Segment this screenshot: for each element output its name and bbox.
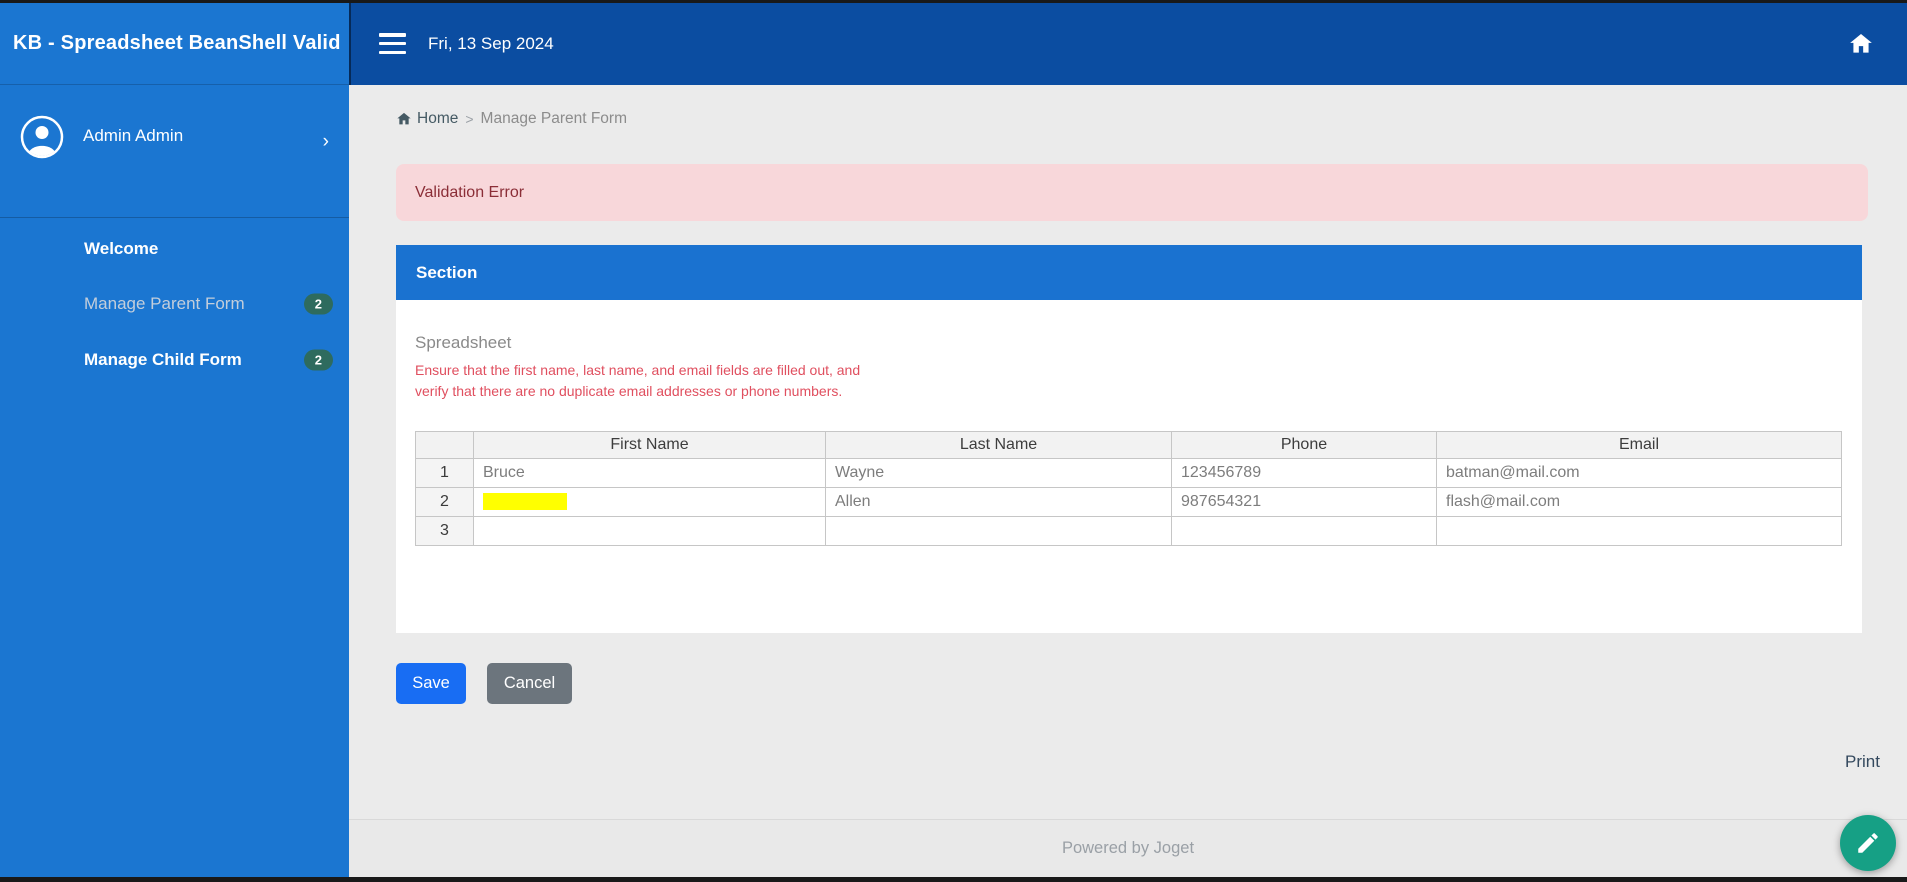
cell-first-name-error[interactable]	[473, 487, 826, 517]
window-bottom-edge	[0, 877, 1907, 882]
chevron-right-icon: ›	[322, 131, 329, 152]
cancel-button[interactable]: Cancel	[487, 663, 572, 704]
breadcrumb-home-link[interactable]: Home	[396, 110, 458, 128]
app-title: KB - Spreadsheet BeanShell Valid	[13, 32, 341, 54]
sidebar-item-label: Manage Parent Form	[84, 294, 245, 313]
cell-last-name[interactable]: Wayne	[825, 458, 1172, 488]
sidebar-item-manage-parent-form[interactable]: Manage Parent Form 2	[0, 284, 349, 324]
pencil-icon	[1858, 833, 1878, 853]
cell-phone[interactable]: 123456789	[1171, 458, 1437, 488]
topbar: Fri, 13 Sep 2024	[349, 3, 1907, 85]
column-header-email: Email	[1436, 431, 1842, 459]
row-number-header	[415, 431, 474, 459]
cell-email[interactable]: flash@mail.com	[1436, 487, 1842, 517]
table-row: 3	[415, 516, 1842, 546]
spreadsheet-field-label: Spreadsheet	[415, 333, 512, 352]
table-row: 2 Allen 987654321 flash@mail.com	[415, 487, 1842, 517]
home-icon	[397, 112, 411, 125]
cell-last-name[interactable]	[825, 516, 1172, 546]
breadcrumb-separator: >	[465, 111, 474, 127]
user-avatar-icon	[20, 115, 64, 159]
save-button[interactable]: Save	[396, 663, 466, 704]
sidebar-divider	[0, 217, 349, 218]
breadcrumb-current: Manage Parent Form	[480, 110, 628, 127]
count-badge: 2	[303, 349, 333, 371]
user-menu[interactable]: Admin Admin ›	[0, 113, 349, 163]
breadcrumb: Home > Manage Parent Form	[396, 110, 627, 128]
home-icon[interactable]	[1848, 31, 1874, 57]
column-header-phone: Phone	[1171, 431, 1437, 459]
footer: Powered by Joget	[349, 819, 1907, 877]
cell-phone[interactable]	[1171, 516, 1437, 546]
edit-fab-button[interactable]	[1840, 815, 1896, 871]
user-name: Admin Admin	[83, 126, 184, 145]
current-date: Fri, 13 Sep 2024	[428, 34, 554, 53]
spreadsheet-header-row: First Name Last Name Phone Email	[415, 431, 1842, 459]
cell-last-name[interactable]: Allen	[825, 487, 1172, 517]
column-header-last-name: Last Name	[825, 431, 1172, 459]
row-number: 3	[415, 516, 474, 546]
validation-error-banner: Validation Error	[396, 164, 1868, 221]
window-top-edge	[0, 0, 1907, 3]
breadcrumb-home-label: Home	[417, 110, 459, 127]
sidebar-item-label: Welcome	[84, 239, 159, 258]
form-section: Section Spreadsheet Ensure that the firs…	[396, 245, 1862, 633]
section-title: Section	[416, 262, 478, 282]
row-number: 2	[415, 487, 474, 517]
powered-by-text: Powered by Joget	[1061, 839, 1195, 857]
hamburger-menu-icon[interactable]	[379, 33, 406, 54]
count-badge: 2	[303, 293, 333, 315]
cell-first-name[interactable]: Bruce	[473, 458, 826, 488]
column-header-first-name: First Name	[473, 431, 826, 459]
cell-email[interactable]	[1436, 516, 1842, 546]
row-number: 1	[415, 458, 474, 488]
error-highlight	[483, 493, 567, 511]
cell-first-name[interactable]	[473, 516, 826, 546]
section-header: Section	[396, 245, 1862, 300]
table-row: 1 Bruce Wayne 123456789 batman@mail.com	[415, 458, 1842, 488]
spreadsheet-grid: First Name Last Name Phone Email 1 Bruce…	[415, 431, 1842, 546]
cell-phone[interactable]: 987654321	[1171, 487, 1437, 517]
sidebar-item-manage-child-form[interactable]: Manage Child Form 2	[0, 340, 349, 380]
sidebar: KB - Spreadsheet BeanShell Valid Admin A…	[0, 3, 349, 877]
validation-error-text: Validation Error	[415, 183, 525, 201]
print-link[interactable]: Print	[1845, 752, 1880, 772]
spreadsheet-error-message: Ensure that the first name, last name, a…	[415, 362, 861, 399]
app-title-band: KB - Spreadsheet BeanShell Valid	[0, 3, 349, 85]
sidebar-item-label: Manage Child Form	[84, 350, 242, 369]
sidebar-item-welcome[interactable]: Welcome	[0, 229, 349, 269]
cell-email[interactable]: batman@mail.com	[1436, 458, 1842, 488]
